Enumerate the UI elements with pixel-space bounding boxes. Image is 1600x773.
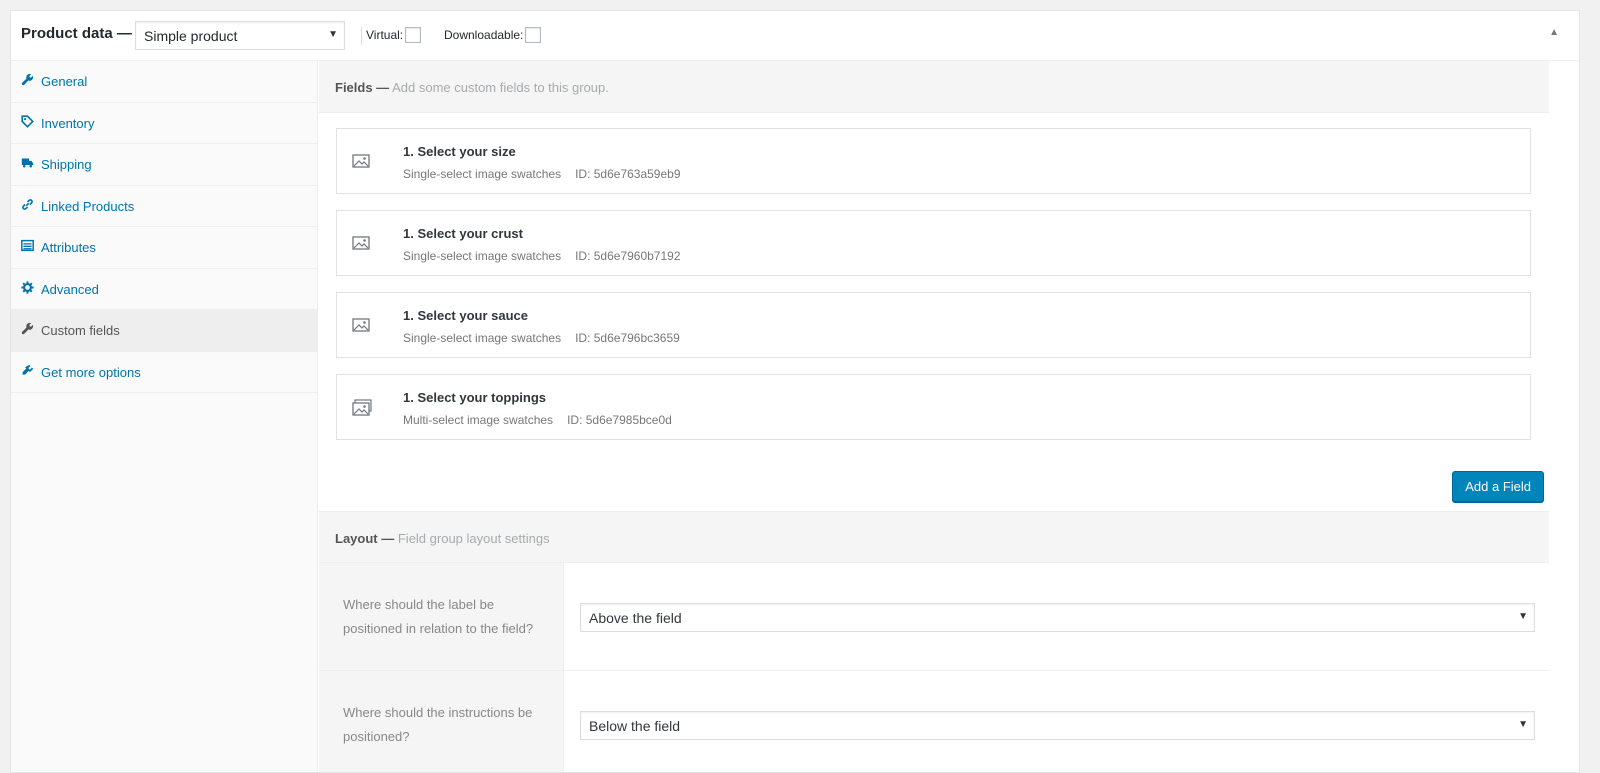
field-item[interactable]: 1. Select your crust Single-select image… [336,210,1531,276]
image-icon [352,235,370,251]
field-type: Multi-select image swatches [403,413,554,427]
field-meta: Single-select image swatches ID: 5d6e763a… [403,167,681,181]
tab-attributes[interactable]: Attributes [11,227,317,269]
downloadable-label: Downloadable: [444,28,524,42]
field-id: ID: 5d6e7960b7192 [575,249,681,263]
custom-fields-panel: Fields — Add some custom fields to this … [319,61,1549,772]
virtual-label: Virtual: [366,28,404,42]
field-meta: Multi-select image swatches ID: 5d6e7985b… [403,413,672,427]
product-data-tabs: General Inventory Shipping Linked Produc… [11,61,318,772]
tab-label: Attributes [41,240,96,255]
gear-icon [21,280,34,294]
fields-section-header: Fields — Add some custom fields to this … [319,61,1549,113]
instructions-position-question: Where should the instructions be positio… [319,671,564,772]
product-data-header: Product data — Simple product ▼ Virtual:… [11,11,1579,61]
tab-general[interactable]: General [11,61,317,103]
tab-label: General [41,74,88,89]
field-item[interactable]: 1. Select your size Single-select image … [336,128,1531,194]
dropdown-arrow-icon: ▼ [1518,719,1528,730]
tab-linked-products[interactable]: Linked Products [11,186,317,227]
field-item[interactable]: 1. Select your sauce Single-select image… [336,292,1531,358]
product-type-select[interactable]: Simple product ▼ [135,21,345,50]
tab-label: Linked Products [41,198,135,214]
downloadable-option[interactable]: Downloadable: [444,27,542,43]
header-divider [361,27,362,45]
fields-section-title: Fields — [335,80,390,95]
dropdown-arrow-icon: ▼ [1518,611,1528,622]
instructions-position-value: Below the field [589,718,681,734]
instructions-position-row: Where should the instructions be positio… [319,671,1549,772]
collapse-toggle-icon[interactable]: ▲ [1549,27,1559,38]
layout-section-subtitle: Field group layout settings [397,531,550,546]
tab-label: Get more options [41,364,141,380]
dropdown-arrow-icon: ▼ [328,29,338,40]
tab-label: Custom fields [41,323,120,338]
label-position-value: Above the field [589,610,682,626]
field-meta: Single-select image swatches ID: 5d6e7960… [403,249,681,263]
downloadable-checkbox[interactable] [525,27,542,43]
add-field-button[interactable]: Add a Field [1452,471,1544,502]
field-id: ID: 5d6e7985bce0d [567,413,672,427]
tab-advanced[interactable]: Advanced [11,269,317,310]
plugin-icon [21,364,34,377]
tab-label: Shipping [41,157,92,172]
field-meta: Single-select image swatches ID: 5d6e796b… [403,331,680,345]
layout-section-title: Layout — [335,531,395,546]
product-type-value: Simple product [144,28,238,44]
virtual-option[interactable]: Virtual: [366,27,422,43]
product-data-title: Product data — [21,25,132,42]
wrench-icon [21,322,34,335]
instructions-position-select[interactable]: Below the field ▼ [580,711,1535,740]
field-type: Single-select image swatches [403,331,562,345]
link-icon [21,198,34,211]
tab-shipping[interactable]: Shipping [11,144,317,186]
tab-get-more-options[interactable]: Get more options [11,352,317,393]
list-icon [21,239,34,252]
tag-icon [21,114,34,128]
tab-custom-fields[interactable]: Custom fields [11,310,317,352]
tab-label: Inventory [41,115,95,131]
tab-inventory[interactable]: Inventory [11,103,317,144]
field-name[interactable]: 1. Select your toppings [403,390,546,405]
label-position-row: Where should the label be positioned in … [319,563,1549,671]
label-position-question: Where should the label be positioned in … [319,563,564,670]
field-name[interactable]: 1. Select your size [403,144,516,159]
field-name[interactable]: 1. Select your sauce [403,308,528,323]
field-type: Single-select image swatches [403,249,562,263]
layout-section-header: Layout — Field group layout settings [319,511,1549,563]
truck-icon [21,156,34,169]
images-icon [352,399,372,416]
field-name[interactable]: 1. Select your crust [403,226,523,241]
field-type: Single-select image swatches [403,167,562,181]
tab-label: Advanced [41,281,99,297]
wrench-icon [21,73,34,86]
field-item[interactable]: 1. Select your toppings Multi-select ima… [336,374,1531,440]
label-position-select[interactable]: Above the field ▼ [580,603,1535,632]
field-id: ID: 5d6e763a59eb9 [575,167,681,181]
field-id: ID: 5d6e796bc3659 [575,331,680,345]
product-data-panel: Product data — Simple product ▼ Virtual:… [10,10,1580,773]
fields-section-subtitle: Add some custom fields to this group. [392,80,609,95]
virtual-checkbox[interactable] [405,27,422,43]
image-icon [352,153,370,169]
image-icon [352,317,370,333]
